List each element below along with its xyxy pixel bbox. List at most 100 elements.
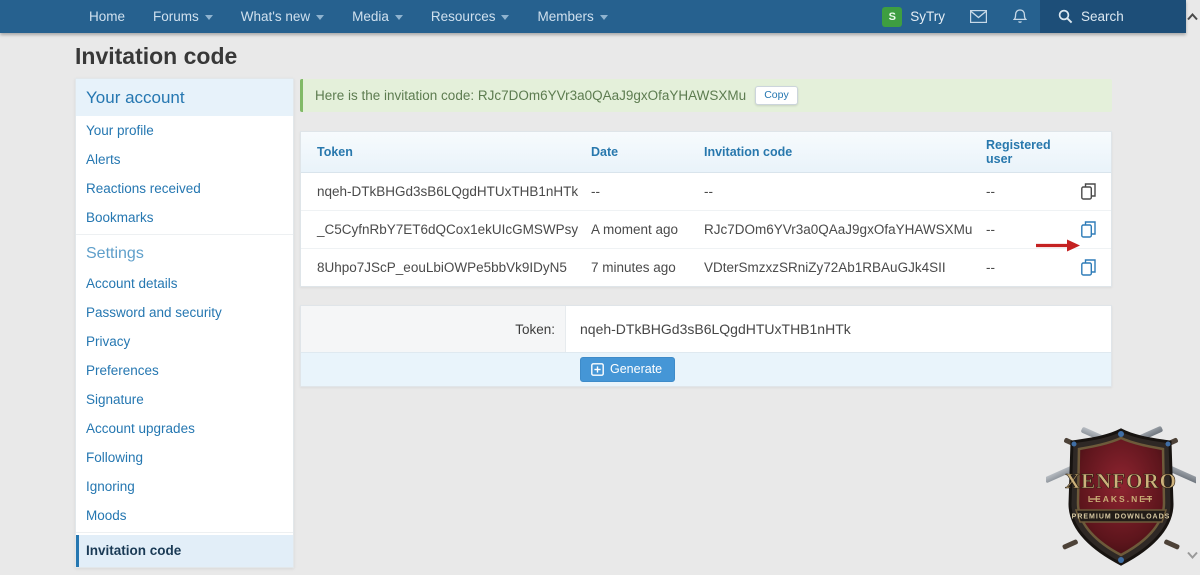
sidebar-item-following[interactable]: Following bbox=[76, 443, 293, 472]
sidebar-item-reactions-received[interactable]: Reactions received bbox=[76, 174, 293, 203]
sidebar-item-signature[interactable]: Signature bbox=[76, 385, 293, 414]
sidebar-item-account-upgrades[interactable]: Account upgrades bbox=[76, 414, 293, 443]
search-icon bbox=[1058, 9, 1073, 24]
scroll-up-button[interactable] bbox=[1187, 8, 1198, 26]
copy-icon bbox=[1080, 183, 1096, 200]
user-menu[interactable]: S SyTry bbox=[870, 0, 957, 33]
sidebar-subheader-settings: Settings bbox=[86, 245, 144, 262]
nav-item-label: Resources bbox=[430, 9, 496, 24]
sidebar-divider bbox=[76, 234, 293, 235]
sidebar-item-invitation-code[interactable]: Invitation code bbox=[76, 535, 293, 567]
column-header-date: Date bbox=[591, 145, 619, 159]
date-cell: -- bbox=[591, 184, 600, 199]
watermark-banner: PREMIUM DOWNLOADS bbox=[1072, 514, 1171, 521]
red-annotation-arrow-icon bbox=[1036, 239, 1080, 252]
copy-token-button[interactable] bbox=[1065, 221, 1111, 238]
registered-user-cell: -- bbox=[986, 260, 995, 275]
chevron-up-icon bbox=[1187, 13, 1198, 21]
table-header-row: Token Date Invitation code Registered us… bbox=[301, 132, 1111, 173]
main-nav: Home Forums What's new Media Resources M… bbox=[75, 0, 622, 33]
date-cell: A moment ago bbox=[591, 222, 679, 237]
nav-item-members[interactable]: Members bbox=[523, 0, 621, 33]
tokens-table: Token Date Invitation code Registered us… bbox=[300, 131, 1112, 287]
nav-item-label: Forums bbox=[153, 9, 199, 24]
main-content: Here is the invitation code: RJc7DOm6YVr… bbox=[300, 79, 1112, 387]
chevron-down-icon bbox=[204, 15, 213, 20]
chevron-down-icon bbox=[316, 15, 325, 20]
chevron-down-icon bbox=[1187, 551, 1198, 559]
nav-item-label: Media bbox=[352, 9, 389, 24]
token-cell: nqeh-DTkBHGd3sB6LQgdHTUxTHB1nHTk bbox=[317, 184, 579, 199]
nav-item-label: What's new bbox=[240, 9, 311, 24]
invitation-code-alert: Here is the invitation code: RJc7DOm6YVr… bbox=[300, 79, 1112, 112]
avatar: S bbox=[882, 6, 903, 27]
sidebar-item-account-details[interactable]: Account details bbox=[76, 269, 293, 298]
generate-token-form: Token: nqeh-DTkBHGd3sB6LQgdHTUxTHB1nHTk … bbox=[300, 305, 1112, 387]
search-label: Search bbox=[1081, 9, 1124, 24]
table-row: 8Uhpo7JScP_eouLbiOWPe5bbVk9IDyN5 7 minut… bbox=[301, 249, 1111, 286]
inbox-button[interactable] bbox=[957, 0, 1000, 33]
nav-right-area: S SyTry Search bbox=[870, 0, 1186, 33]
generate-button[interactable]: Generate bbox=[580, 357, 676, 382]
nav-item-media[interactable]: Media bbox=[338, 0, 417, 33]
token-field-row: Token: nqeh-DTkBHGd3sB6LQgdHTUxTHB1nHTk bbox=[301, 306, 1111, 352]
column-header-token: Token bbox=[317, 145, 353, 159]
nav-item-whats-new[interactable]: What's new bbox=[227, 0, 338, 33]
column-header-invitation-code: Invitation code bbox=[704, 145, 793, 159]
alert-text: Here is the invitation code: RJc7DOm6YVr… bbox=[315, 88, 746, 103]
sidebar-item-privacy[interactable]: Privacy bbox=[76, 327, 293, 356]
shield-logo-icon: XENFORO LEAKS.NET PREMIUM DOWNLOADS bbox=[1044, 426, 1200, 566]
sidebar-item-your-profile[interactable]: Your profile bbox=[76, 116, 293, 145]
generate-button-label: Generate bbox=[610, 362, 663, 376]
sidebar-item-bookmarks[interactable]: Bookmarks bbox=[76, 203, 293, 232]
table-body: nqeh-DTkBHGd3sB6LQgdHTUxTHB1nHTk -- -- -… bbox=[301, 173, 1111, 286]
xenforo-leaks-watermark: XENFORO LEAKS.NET PREMIUM DOWNLOADS bbox=[1044, 422, 1200, 570]
nav-item-resources[interactable]: Resources bbox=[417, 0, 524, 33]
plus-square-icon bbox=[591, 362, 604, 376]
chevron-down-icon bbox=[501, 15, 510, 20]
nav-item-label: Members bbox=[537, 9, 594, 24]
chevron-down-icon bbox=[599, 15, 608, 20]
registered-user-cell: -- bbox=[986, 184, 995, 199]
watermark-title: XENFORO bbox=[1065, 469, 1177, 493]
alert-prefix: Here is the invitation code: bbox=[315, 88, 478, 103]
nav-item-forums[interactable]: Forums bbox=[139, 0, 227, 33]
token-cell: _C5CyfnRbY7ET6dQCox1ekUIcGMSWPsy bbox=[317, 222, 579, 237]
token-cell: 8Uhpo7JScP_eouLbiOWPe5bbVk9IDyN5 bbox=[317, 260, 567, 275]
envelope-icon bbox=[970, 10, 987, 23]
sidebar-item-password-and-security[interactable]: Password and security bbox=[76, 298, 293, 327]
sidebar-item-moods[interactable]: Moods bbox=[76, 501, 293, 530]
nav-item-label: Home bbox=[89, 9, 126, 24]
search-button[interactable]: Search bbox=[1040, 0, 1186, 33]
bell-icon bbox=[1013, 9, 1027, 23]
alert-code-value: RJc7DOm6YVr3a0QAaJ9gxOfaYHAWSXMu bbox=[477, 88, 747, 103]
copy-icon bbox=[1080, 221, 1096, 238]
alerts-button[interactable] bbox=[1000, 0, 1040, 33]
copy-token-button[interactable] bbox=[1065, 259, 1111, 276]
username: SyTry bbox=[910, 9, 945, 24]
form-submit-row: Generate bbox=[301, 352, 1111, 386]
column-header-actions bbox=[1065, 146, 1111, 158]
token-field-value[interactable]: nqeh-DTkBHGd3sB6LQgdHTUxTHB1nHTk bbox=[566, 306, 1111, 352]
copy-code-button[interactable]: Copy bbox=[755, 86, 798, 105]
top-navbar: Home Forums What's new Media Resources M… bbox=[0, 0, 1186, 33]
invitation-code-cell: RJc7DOm6YVr3a0QAaJ9gxOfaYHAWSXMu bbox=[704, 222, 973, 237]
scroll-down-button[interactable] bbox=[1187, 546, 1198, 564]
sidebar-divider bbox=[76, 532, 293, 533]
table-row: nqeh-DTkBHGd3sB6LQgdHTUxTHB1nHTk -- -- -… bbox=[301, 173, 1111, 211]
date-cell: 7 minutes ago bbox=[591, 260, 676, 275]
sidebar-item-alerts[interactable]: Alerts bbox=[76, 145, 293, 174]
table-row: _C5CyfnRbY7ET6dQCox1ekUIcGMSWPsy A momen… bbox=[301, 211, 1111, 249]
sidebar-item-ignoring[interactable]: Ignoring bbox=[76, 472, 293, 501]
chevron-down-icon bbox=[394, 15, 403, 20]
sidebar-header: Your account bbox=[76, 79, 293, 116]
copy-icon bbox=[1080, 259, 1096, 276]
copy-token-button[interactable] bbox=[1065, 183, 1111, 200]
invitation-code-cell: -- bbox=[704, 184, 713, 199]
sidebar-item-preferences[interactable]: Preferences bbox=[76, 356, 293, 385]
account-sidebar: Your account Your profile Alerts Reactio… bbox=[75, 78, 294, 568]
column-header-registered-user: Registered user bbox=[986, 138, 1051, 166]
invitation-code-cell: VDterSmzxzSRniZy72Ab1RBAuGJk4SII bbox=[704, 260, 946, 275]
nav-item-home[interactable]: Home bbox=[75, 0, 139, 33]
token-field-label: Token: bbox=[301, 306, 566, 352]
